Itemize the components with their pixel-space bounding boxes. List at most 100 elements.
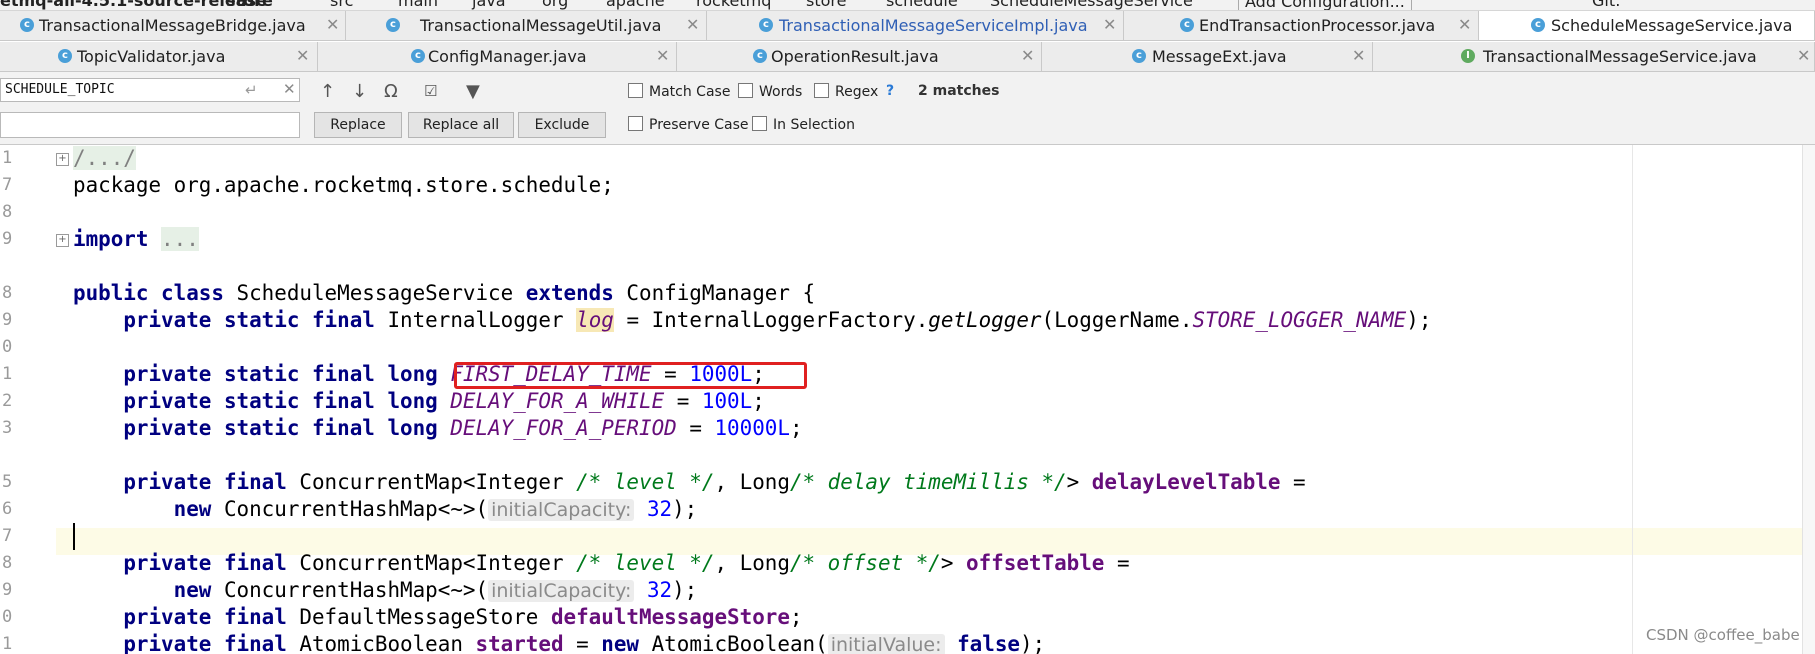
tab-label: TransactionalMessageBridge.java [39, 16, 306, 35]
navigation-breadcrumb: etmq-all-4.5.1-source-release store src … [0, 0, 1815, 11]
line-number: 1 [2, 634, 13, 654]
search-input-value: SCHEDULE_TOPIC [5, 82, 115, 97]
right-margin-guide [1632, 145, 1633, 654]
tab-transactional-message-util[interactable]: c TransactionalMessageUtil.java ✕ [346, 11, 707, 40]
close-icon[interactable]: ✕ [1797, 46, 1810, 65]
code-line: new ConcurrentHashMap<~>(initialCapacity… [173, 497, 698, 521]
in-selection-checkbox[interactable]: In Selection [752, 116, 855, 133]
search-input[interactable]: SCHEDULE_TOPIC ↵ ✕ [0, 78, 300, 102]
replace-button[interactable]: Replace [314, 112, 402, 138]
exclude-button[interactable]: Exclude [518, 112, 606, 138]
breadcrumb-item[interactable]: ScheduleMessageService [990, 0, 1193, 10]
line-number: 9 [2, 580, 13, 600]
class-icon: c [20, 18, 34, 32]
line-number: 7 [2, 526, 13, 546]
close-icon[interactable]: ✕ [1458, 15, 1471, 34]
tab-schedule-message-service[interactable]: c ScheduleMessageService.java [1479, 11, 1815, 40]
line-number: 2 [2, 391, 13, 411]
match-case-checkbox[interactable]: Match Case [628, 83, 730, 100]
close-icon[interactable]: ✕ [686, 15, 699, 34]
tab-label: TopicValidator.java [77, 47, 226, 66]
select-all-occurrences-icon[interactable]: Ω [384, 81, 398, 102]
line-number: 9 [2, 229, 13, 249]
tab-label: EndTransactionProcessor.java [1199, 16, 1436, 35]
tab-config-manager[interactable]: c ConfigManager.java ✕ [318, 42, 677, 71]
find-replace-panel: SCHEDULE_TOPIC ↵ ✕ ↑ ↓ Ω ☑ ▼ Match Case … [0, 72, 1815, 145]
close-icon[interactable]: ✕ [326, 15, 339, 34]
code-line: private static final InternalLogger log … [123, 308, 1432, 332]
line-number: 8 [2, 553, 13, 573]
breadcrumb-item[interactable]: schedule [886, 0, 958, 10]
tab-label: MessageExt.java [1152, 47, 1287, 66]
code-line: package org.apache.rocketmq.store.schedu… [73, 173, 614, 197]
clear-icon[interactable]: ✕ [283, 80, 296, 98]
annotation-highlight-box [454, 362, 807, 389]
close-icon[interactable]: ✕ [1103, 15, 1116, 34]
line-number: 5 [2, 472, 13, 492]
breadcrumb-item[interactable]: main [398, 0, 438, 10]
tab-transactional-message-service[interactable]: I TransactionalMessageService.java ✕ [1373, 42, 1815, 71]
fold-toggle-icon[interactable]: + [56, 234, 69, 247]
git-label: Git: [1592, 0, 1621, 10]
new-line-icon[interactable]: ↵ [245, 81, 258, 99]
regex-checkbox[interactable]: Regex [814, 83, 878, 100]
tab-topic-validator[interactable]: c TopicValidator.java ✕ [0, 42, 318, 71]
breadcrumb-item[interactable]: org [542, 0, 568, 10]
preserve-case-checkbox[interactable]: Preserve Case [628, 116, 749, 133]
regex-help-icon[interactable]: ? [886, 83, 894, 99]
line-number: 9 [2, 310, 13, 330]
tab-message-ext[interactable]: c MessageExt.java ✕ [1042, 42, 1373, 71]
tab-label: TransactionalMessageService.java [1483, 47, 1757, 66]
replace-input[interactable] [0, 112, 300, 138]
filter-icon[interactable]: ▼ [466, 81, 480, 102]
line-number: 0 [2, 607, 13, 627]
class-icon: c [1180, 18, 1194, 32]
breadcrumb-item[interactable]: store [806, 0, 846, 10]
breadcrumb-item[interactable]: rocketmq [696, 0, 771, 10]
tab-label: ConfigManager.java [428, 47, 587, 66]
class-icon: c [759, 18, 773, 32]
breadcrumb-item[interactable]: java [472, 0, 506, 10]
line-number: 1 [2, 364, 13, 384]
text-caret [73, 523, 75, 550]
editor-tab-row-1: c TransactionalMessageBridge.java ✕ c Tr… [0, 11, 1815, 41]
code-line: import ... [73, 227, 199, 251]
code-editor[interactable]: 1 7 8 9 8 9 0 1 2 3 5 6 7 8 9 0 1 + + /.… [0, 145, 1815, 654]
words-checkbox[interactable]: Words [738, 83, 802, 100]
replace-all-button[interactable]: Replace all [408, 112, 514, 138]
breadcrumb-item[interactable]: src [330, 0, 353, 10]
close-icon[interactable]: ✕ [1352, 46, 1365, 65]
class-icon: c [1132, 49, 1146, 63]
tab-label: TransactionalMessageServiceImpl.java [779, 16, 1088, 35]
filter-search-results-icon[interactable]: ☑ [424, 82, 437, 100]
tab-end-transaction-processor[interactable]: c EndTransactionProcessor.java ✕ [1124, 11, 1479, 40]
line-number: 6 [2, 499, 13, 519]
fold-toggle-icon[interactable]: + [56, 153, 69, 166]
tab-transactional-message-service-impl[interactable]: c TransactionalMessageServiceImpl.java ✕ [707, 11, 1124, 40]
code-line: private final AtomicBoolean started = ne… [123, 632, 1046, 654]
code-line: /.../ [73, 146, 136, 170]
editor-tab-row-2: c TopicValidator.java ✕ c ConfigManager.… [0, 42, 1815, 72]
line-number: 8 [2, 283, 13, 303]
error-stripe[interactable] [1802, 145, 1815, 654]
line-number: 7 [2, 175, 13, 195]
code-line: private final ConcurrentMap<Integer /* l… [123, 470, 1306, 494]
line-number: 0 [2, 337, 13, 357]
tab-operation-result[interactable]: c OperationResult.java ✕ [677, 42, 1042, 71]
line-number: 1 [2, 148, 13, 168]
close-icon[interactable]: ✕ [656, 46, 669, 65]
class-icon: c [58, 49, 72, 63]
close-icon[interactable]: ✕ [1021, 46, 1034, 65]
code-line: private final ConcurrentMap<Integer /* l… [123, 551, 1130, 575]
breadcrumb-item[interactable]: apache [606, 0, 665, 10]
previous-occurrence-icon[interactable]: ↑ [320, 81, 335, 102]
code-line: private static final long DELAY_FOR_A_WH… [123, 389, 765, 413]
close-icon[interactable]: ✕ [296, 46, 309, 65]
line-number: 3 [2, 418, 13, 438]
run-configuration-button[interactable]: Add Configuration... [1238, 0, 1412, 10]
breadcrumb-item[interactable]: store [226, 0, 273, 10]
interface-icon: I [1461, 49, 1475, 63]
next-occurrence-icon[interactable]: ↓ [352, 81, 367, 102]
tab-transactional-message-bridge[interactable]: c TransactionalMessageBridge.java ✕ [0, 11, 346, 40]
class-icon: c [411, 49, 425, 63]
